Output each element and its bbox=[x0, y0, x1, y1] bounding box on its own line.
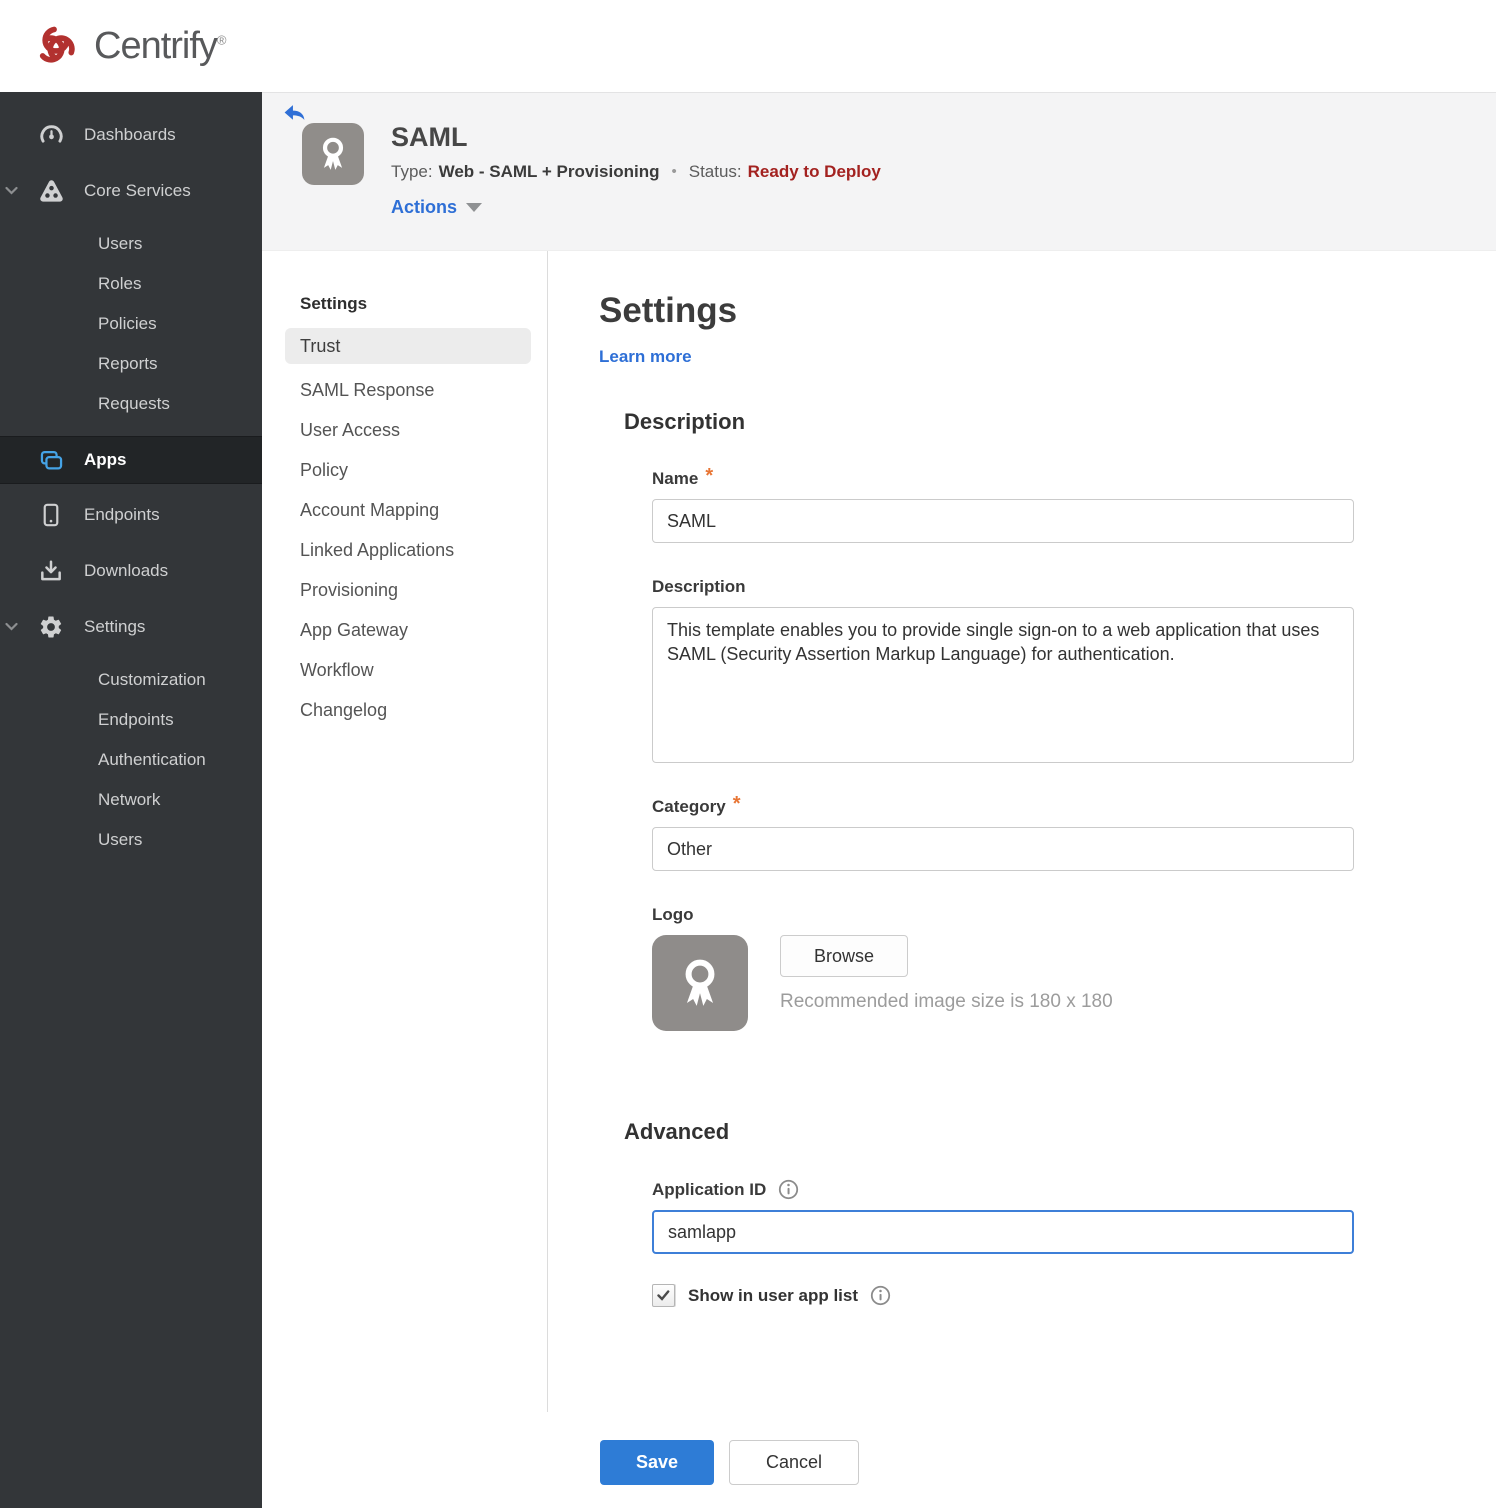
required-asterisk: * bbox=[732, 793, 741, 815]
description-label: Description bbox=[652, 577, 746, 596]
sidebar-item-label: Dashboards bbox=[84, 125, 176, 144]
advanced-section-heading: Advanced bbox=[624, 1119, 730, 1144]
core-services-subitems: Users Roles Policies Reports Requests bbox=[0, 224, 262, 424]
sidebar-item-roles[interactable]: Roles bbox=[0, 264, 262, 304]
name-input[interactable] bbox=[652, 499, 1354, 543]
subnav-item-workflow[interactable]: Workflow bbox=[262, 650, 547, 690]
registered-mark: ® bbox=[216, 31, 227, 47]
chevron-down-icon[interactable] bbox=[5, 622, 18, 632]
subnav-item-account-mapping[interactable]: Account Mapping bbox=[262, 490, 547, 530]
show-in-user-app-list-label: Show in user app list bbox=[688, 1285, 859, 1305]
required-asterisk: * bbox=[705, 465, 714, 487]
apps-icon bbox=[36, 447, 66, 474]
subnav-item-trust[interactable]: Trust bbox=[285, 328, 531, 364]
gear-icon bbox=[36, 614, 66, 640]
app-header: SAML Type: Web - SAML + Provisioning • S… bbox=[262, 92, 1496, 251]
description-section-heading: Description bbox=[624, 409, 746, 434]
form-title: Settings bbox=[599, 291, 738, 330]
sidebar-item-endpoints-settings[interactable]: Endpoints bbox=[0, 700, 262, 740]
sidebar-item-reports[interactable]: Reports bbox=[0, 344, 262, 384]
logo-preview bbox=[652, 935, 748, 1031]
info-icon[interactable] bbox=[870, 1285, 891, 1306]
sidebar-item-label: Endpoints bbox=[84, 505, 160, 524]
sidebar-item-network[interactable]: Network bbox=[0, 780, 262, 820]
sidebar-item-customization[interactable]: Customization bbox=[0, 660, 262, 700]
settings-subnav: Settings Trust SAML Response User Access… bbox=[262, 251, 548, 1412]
checkmark-icon bbox=[657, 1290, 670, 1301]
application-id-label: Application ID bbox=[652, 1179, 1496, 1200]
subnav-item-provisioning[interactable]: Provisioning bbox=[262, 570, 547, 610]
sidebar-item-core-services[interactable]: Core Services bbox=[0, 168, 262, 214]
meta-separator: • bbox=[671, 163, 677, 181]
app-logo-thumbnail bbox=[302, 123, 364, 185]
chevron-down-icon[interactable] bbox=[5, 186, 18, 196]
subnav-item-linked-applications[interactable]: Linked Applications bbox=[262, 530, 547, 570]
ribbon-icon bbox=[322, 137, 344, 170]
top-bar: Centrify® bbox=[0, 0, 1496, 92]
info-icon[interactable] bbox=[778, 1179, 799, 1200]
name-label: Name * bbox=[652, 465, 714, 488]
subnav-item-changelog[interactable]: Changelog bbox=[262, 690, 547, 730]
centrify-swirl-icon bbox=[37, 26, 75, 63]
sidebar-item-label: Downloads bbox=[84, 561, 169, 580]
sidebar-item-downloads[interactable]: Downloads bbox=[0, 548, 262, 594]
description-textarea[interactable] bbox=[652, 607, 1354, 763]
type-value: Web - SAML + Provisioning bbox=[438, 161, 660, 181]
back-arrow-icon[interactable] bbox=[281, 100, 307, 126]
sidebar-item-settings[interactable]: Settings bbox=[0, 604, 262, 650]
subnav-item-user-access[interactable]: User Access bbox=[262, 410, 547, 450]
subnav-item-policy[interactable]: Policy bbox=[262, 450, 547, 490]
core-services-icon bbox=[36, 178, 66, 205]
tablet-icon bbox=[36, 502, 66, 528]
download-icon bbox=[36, 558, 66, 584]
sidebar-item-users[interactable]: Users bbox=[0, 224, 262, 264]
sidebar-item-dashboards[interactable]: Dashboards bbox=[0, 112, 262, 158]
cancel-button[interactable]: Cancel bbox=[729, 1440, 859, 1485]
sidebar-item-label: Settings bbox=[84, 617, 146, 636]
save-button[interactable]: Save bbox=[600, 1440, 714, 1485]
show-in-user-app-list-row: Show in user app list bbox=[652, 1284, 1496, 1307]
sidebar: Dashboards Core Services Users Roles Pol… bbox=[0, 92, 262, 1508]
sidebar-item-label: Apps bbox=[84, 450, 127, 469]
brand-name: Centrify® bbox=[94, 24, 227, 67]
sidebar-item-endpoints[interactable]: Endpoints bbox=[0, 492, 262, 538]
sidebar-item-authentication[interactable]: Authentication bbox=[0, 740, 262, 780]
learn-more-link[interactable]: Learn more bbox=[599, 347, 692, 367]
sidebar-item-policies[interactable]: Policies bbox=[0, 304, 262, 344]
gauge-icon bbox=[36, 122, 66, 149]
category-label: Category * bbox=[652, 793, 741, 816]
type-label: Type: bbox=[391, 161, 433, 181]
sidebar-item-users-settings[interactable]: Users bbox=[0, 820, 262, 860]
ribbon-icon bbox=[685, 959, 715, 1006]
category-input[interactable] bbox=[652, 827, 1354, 871]
actions-label: Actions bbox=[391, 196, 458, 217]
actions-dropdown[interactable]: Actions bbox=[391, 197, 881, 218]
subnav-heading: Settings bbox=[300, 294, 368, 313]
sidebar-item-requests[interactable]: Requests bbox=[0, 384, 262, 424]
logo-label: Logo bbox=[652, 905, 694, 924]
status-label: Status: bbox=[688, 161, 742, 181]
app-meta: Type: Web - SAML + Provisioning • Status… bbox=[391, 162, 881, 182]
settings-form: Settings Learn more Description Name * D… bbox=[548, 251, 1496, 1412]
centrify-logo: Centrify® bbox=[30, 20, 226, 72]
application-id-input[interactable] bbox=[652, 1210, 1354, 1254]
settings-subitems: Customization Endpoints Authentication N… bbox=[0, 660, 262, 860]
show-in-user-app-list-checkbox[interactable] bbox=[652, 1284, 675, 1307]
logo-size-hint: Recommended image size is 180 x 180 bbox=[780, 991, 1113, 1012]
sidebar-item-apps[interactable]: Apps bbox=[0, 436, 262, 484]
subnav-item-saml-response[interactable]: SAML Response bbox=[262, 370, 547, 410]
sidebar-item-label: Core Services bbox=[84, 181, 191, 200]
status-badge: Ready to Deploy bbox=[747, 161, 881, 181]
form-actions: Save Cancel bbox=[600, 1440, 1496, 1507]
page-title: SAML bbox=[391, 122, 468, 152]
caret-down-icon bbox=[466, 202, 483, 212]
browse-button[interactable]: Browse bbox=[780, 935, 909, 977]
subnav-item-app-gateway[interactable]: App Gateway bbox=[262, 610, 547, 650]
